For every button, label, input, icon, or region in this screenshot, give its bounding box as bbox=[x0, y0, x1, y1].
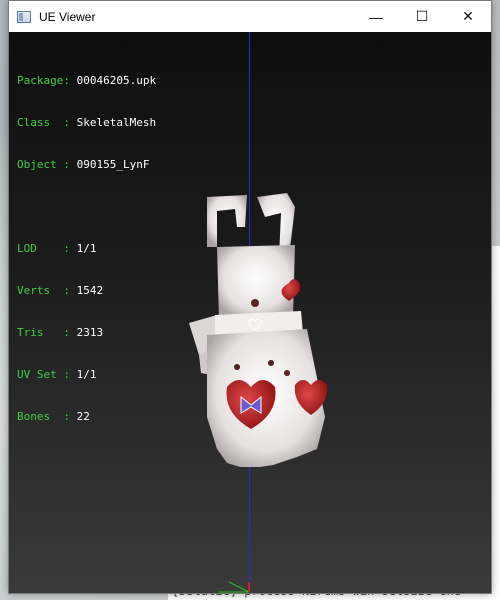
info-row-verts: Verts : 1542 bbox=[17, 284, 104, 297]
info-row-bones: Bones : 22 bbox=[17, 410, 90, 423]
ue-viewer-window: UE Viewer — ☐ ✕ Package: 00046205.upk Cl… bbox=[8, 0, 492, 594]
minimize-icon: — bbox=[369, 8, 383, 25]
3d-viewport[interactable]: Package: 00046205.upk Class : SkeletalMe… bbox=[9, 32, 491, 593]
info-row-uvset: UV Set : 1/1 bbox=[17, 368, 97, 381]
title-bar[interactable]: UE Viewer — ☐ ✕ bbox=[9, 1, 491, 32]
minimize-button[interactable]: — bbox=[353, 1, 399, 32]
info-row-object: Object : 090155_LynF bbox=[17, 158, 150, 171]
ue-viewer-app-icon bbox=[17, 10, 31, 23]
info-row-package: Package: 00046205.upk bbox=[17, 74, 157, 87]
maximize-icon: ☐ bbox=[415, 8, 429, 24]
window-title: UE Viewer bbox=[39, 9, 96, 24]
origin-axes-gizmo bbox=[219, 581, 250, 593]
info-row-tris: Tris : 2313 bbox=[17, 326, 104, 339]
mesh-info-panel: Package: 00046205.upk Class : SkeletalMe… bbox=[17, 46, 156, 452]
maximize-button[interactable]: ☐ bbox=[399, 1, 445, 32]
close-button[interactable]: ✕ bbox=[445, 1, 491, 32]
apron-mesh-model bbox=[189, 193, 328, 467]
info-row-class: Class : SkeletalMesh bbox=[17, 116, 157, 129]
info-row-lod: LOD : 1/1 bbox=[17, 242, 97, 255]
close-icon: ✕ bbox=[462, 8, 474, 24]
